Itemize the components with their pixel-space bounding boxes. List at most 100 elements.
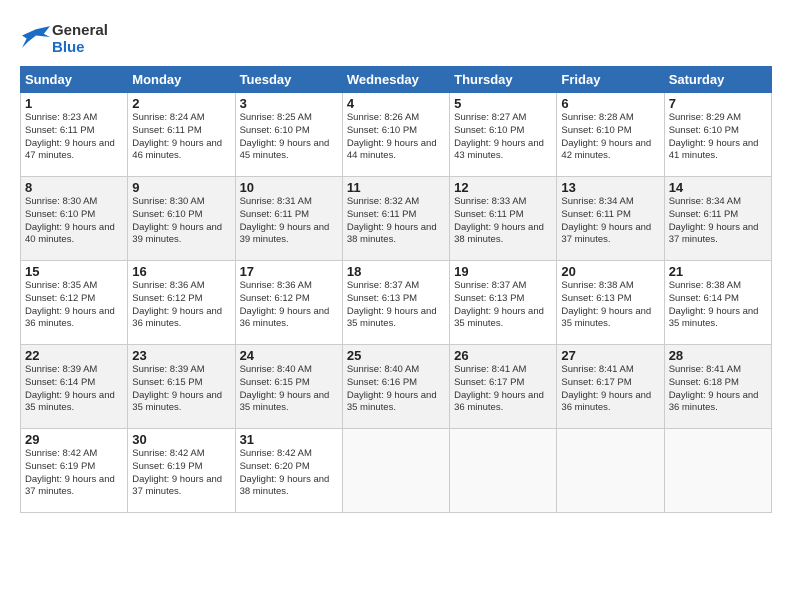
calendar-cell: 28Sunrise: 8:41 AM Sunset: 6:18 PM Dayli…	[664, 345, 771, 429]
calendar-cell: 12Sunrise: 8:33 AM Sunset: 6:11 PM Dayli…	[450, 177, 557, 261]
calendar-week-2: 8Sunrise: 8:30 AM Sunset: 6:10 PM Daylig…	[21, 177, 772, 261]
calendar-cell	[557, 429, 664, 513]
calendar-cell: 2Sunrise: 8:24 AM Sunset: 6:11 PM Daylig…	[128, 93, 235, 177]
day-info: Sunrise: 8:35 AM Sunset: 6:12 PM Dayligh…	[25, 280, 123, 331]
calendar-cell: 29Sunrise: 8:42 AM Sunset: 6:19 PM Dayli…	[21, 429, 128, 513]
day-number: 26	[454, 348, 552, 363]
day-number: 2	[132, 96, 230, 111]
day-info: Sunrise: 8:42 AM Sunset: 6:19 PM Dayligh…	[132, 448, 230, 499]
day-number: 24	[240, 348, 338, 363]
weekday-header-wednesday: Wednesday	[342, 67, 449, 93]
weekday-header-tuesday: Tuesday	[235, 67, 342, 93]
calendar-cell: 5Sunrise: 8:27 AM Sunset: 6:10 PM Daylig…	[450, 93, 557, 177]
day-number: 13	[561, 180, 659, 195]
weekday-header-sunday: Sunday	[21, 67, 128, 93]
logo: General Blue	[20, 22, 108, 56]
logo-line2: Blue	[52, 39, 108, 56]
calendar-cell: 4Sunrise: 8:26 AM Sunset: 6:10 PM Daylig…	[342, 93, 449, 177]
day-info: Sunrise: 8:28 AM Sunset: 6:10 PM Dayligh…	[561, 112, 659, 163]
calendar-cell: 23Sunrise: 8:39 AM Sunset: 6:15 PM Dayli…	[128, 345, 235, 429]
page: General Blue SundayMondayTuesdayWednesda…	[0, 0, 792, 612]
day-number: 6	[561, 96, 659, 111]
calendar-cell: 11Sunrise: 8:32 AM Sunset: 6:11 PM Dayli…	[342, 177, 449, 261]
day-info: Sunrise: 8:30 AM Sunset: 6:10 PM Dayligh…	[25, 196, 123, 247]
day-number: 29	[25, 432, 123, 447]
weekday-header-friday: Friday	[557, 67, 664, 93]
calendar-week-5: 29Sunrise: 8:42 AM Sunset: 6:19 PM Dayli…	[21, 429, 772, 513]
day-info: Sunrise: 8:40 AM Sunset: 6:16 PM Dayligh…	[347, 364, 445, 415]
day-number: 25	[347, 348, 445, 363]
day-info: Sunrise: 8:34 AM Sunset: 6:11 PM Dayligh…	[669, 196, 767, 247]
calendar-week-1: 1Sunrise: 8:23 AM Sunset: 6:11 PM Daylig…	[21, 93, 772, 177]
calendar-cell	[664, 429, 771, 513]
weekday-header-monday: Monday	[128, 67, 235, 93]
calendar-cell: 24Sunrise: 8:40 AM Sunset: 6:15 PM Dayli…	[235, 345, 342, 429]
day-info: Sunrise: 8:42 AM Sunset: 6:20 PM Dayligh…	[240, 448, 338, 499]
day-info: Sunrise: 8:25 AM Sunset: 6:10 PM Dayligh…	[240, 112, 338, 163]
day-number: 12	[454, 180, 552, 195]
day-number: 8	[25, 180, 123, 195]
day-info: Sunrise: 8:41 AM Sunset: 6:18 PM Dayligh…	[669, 364, 767, 415]
calendar-cell: 15Sunrise: 8:35 AM Sunset: 6:12 PM Dayli…	[21, 261, 128, 345]
day-number: 5	[454, 96, 552, 111]
day-info: Sunrise: 8:39 AM Sunset: 6:15 PM Dayligh…	[132, 364, 230, 415]
day-info: Sunrise: 8:31 AM Sunset: 6:11 PM Dayligh…	[240, 196, 338, 247]
header: General Blue	[20, 18, 772, 56]
calendar-cell: 30Sunrise: 8:42 AM Sunset: 6:19 PM Dayli…	[128, 429, 235, 513]
day-number: 15	[25, 264, 123, 279]
calendar-cell: 31Sunrise: 8:42 AM Sunset: 6:20 PM Dayli…	[235, 429, 342, 513]
day-number: 3	[240, 96, 338, 111]
day-info: Sunrise: 8:24 AM Sunset: 6:11 PM Dayligh…	[132, 112, 230, 163]
day-number: 23	[132, 348, 230, 363]
day-number: 16	[132, 264, 230, 279]
calendar-cell: 7Sunrise: 8:29 AM Sunset: 6:10 PM Daylig…	[664, 93, 771, 177]
calendar-cell: 14Sunrise: 8:34 AM Sunset: 6:11 PM Dayli…	[664, 177, 771, 261]
day-info: Sunrise: 8:42 AM Sunset: 6:19 PM Dayligh…	[25, 448, 123, 499]
day-number: 28	[669, 348, 767, 363]
day-number: 9	[132, 180, 230, 195]
calendar-body: 1Sunrise: 8:23 AM Sunset: 6:11 PM Daylig…	[21, 93, 772, 513]
weekday-header-thursday: Thursday	[450, 67, 557, 93]
day-info: Sunrise: 8:41 AM Sunset: 6:17 PM Dayligh…	[561, 364, 659, 415]
day-number: 11	[347, 180, 445, 195]
day-info: Sunrise: 8:36 AM Sunset: 6:12 PM Dayligh…	[132, 280, 230, 331]
day-info: Sunrise: 8:37 AM Sunset: 6:13 PM Dayligh…	[454, 280, 552, 331]
calendar-cell: 21Sunrise: 8:38 AM Sunset: 6:14 PM Dayli…	[664, 261, 771, 345]
calendar-cell: 8Sunrise: 8:30 AM Sunset: 6:10 PM Daylig…	[21, 177, 128, 261]
day-number: 17	[240, 264, 338, 279]
calendar-cell: 19Sunrise: 8:37 AM Sunset: 6:13 PM Dayli…	[450, 261, 557, 345]
calendar-week-4: 22Sunrise: 8:39 AM Sunset: 6:14 PM Dayli…	[21, 345, 772, 429]
day-number: 27	[561, 348, 659, 363]
calendar-cell: 26Sunrise: 8:41 AM Sunset: 6:17 PM Dayli…	[450, 345, 557, 429]
calendar-cell: 13Sunrise: 8:34 AM Sunset: 6:11 PM Dayli…	[557, 177, 664, 261]
day-info: Sunrise: 8:36 AM Sunset: 6:12 PM Dayligh…	[240, 280, 338, 331]
calendar-table: SundayMondayTuesdayWednesdayThursdayFrid…	[20, 66, 772, 513]
calendar-cell	[450, 429, 557, 513]
day-info: Sunrise: 8:38 AM Sunset: 6:14 PM Dayligh…	[669, 280, 767, 331]
day-info: Sunrise: 8:40 AM Sunset: 6:15 PM Dayligh…	[240, 364, 338, 415]
day-info: Sunrise: 8:37 AM Sunset: 6:13 PM Dayligh…	[347, 280, 445, 331]
day-number: 31	[240, 432, 338, 447]
weekday-header-saturday: Saturday	[664, 67, 771, 93]
calendar-week-3: 15Sunrise: 8:35 AM Sunset: 6:12 PM Dayli…	[21, 261, 772, 345]
calendar-cell: 17Sunrise: 8:36 AM Sunset: 6:12 PM Dayli…	[235, 261, 342, 345]
day-info: Sunrise: 8:26 AM Sunset: 6:10 PM Dayligh…	[347, 112, 445, 163]
day-info: Sunrise: 8:30 AM Sunset: 6:10 PM Dayligh…	[132, 196, 230, 247]
day-number: 18	[347, 264, 445, 279]
day-number: 14	[669, 180, 767, 195]
day-number: 30	[132, 432, 230, 447]
calendar-cell	[342, 429, 449, 513]
logo-line1: General	[52, 22, 108, 39]
calendar-cell: 1Sunrise: 8:23 AM Sunset: 6:11 PM Daylig…	[21, 93, 128, 177]
day-info: Sunrise: 8:27 AM Sunset: 6:10 PM Dayligh…	[454, 112, 552, 163]
calendar-cell: 27Sunrise: 8:41 AM Sunset: 6:17 PM Dayli…	[557, 345, 664, 429]
day-info: Sunrise: 8:29 AM Sunset: 6:10 PM Dayligh…	[669, 112, 767, 163]
day-number: 4	[347, 96, 445, 111]
day-number: 19	[454, 264, 552, 279]
weekday-header-row: SundayMondayTuesdayWednesdayThursdayFrid…	[21, 67, 772, 93]
day-number: 21	[669, 264, 767, 279]
day-number: 7	[669, 96, 767, 111]
logo-bird-icon	[22, 26, 50, 48]
calendar-cell: 22Sunrise: 8:39 AM Sunset: 6:14 PM Dayli…	[21, 345, 128, 429]
day-info: Sunrise: 8:34 AM Sunset: 6:11 PM Dayligh…	[561, 196, 659, 247]
